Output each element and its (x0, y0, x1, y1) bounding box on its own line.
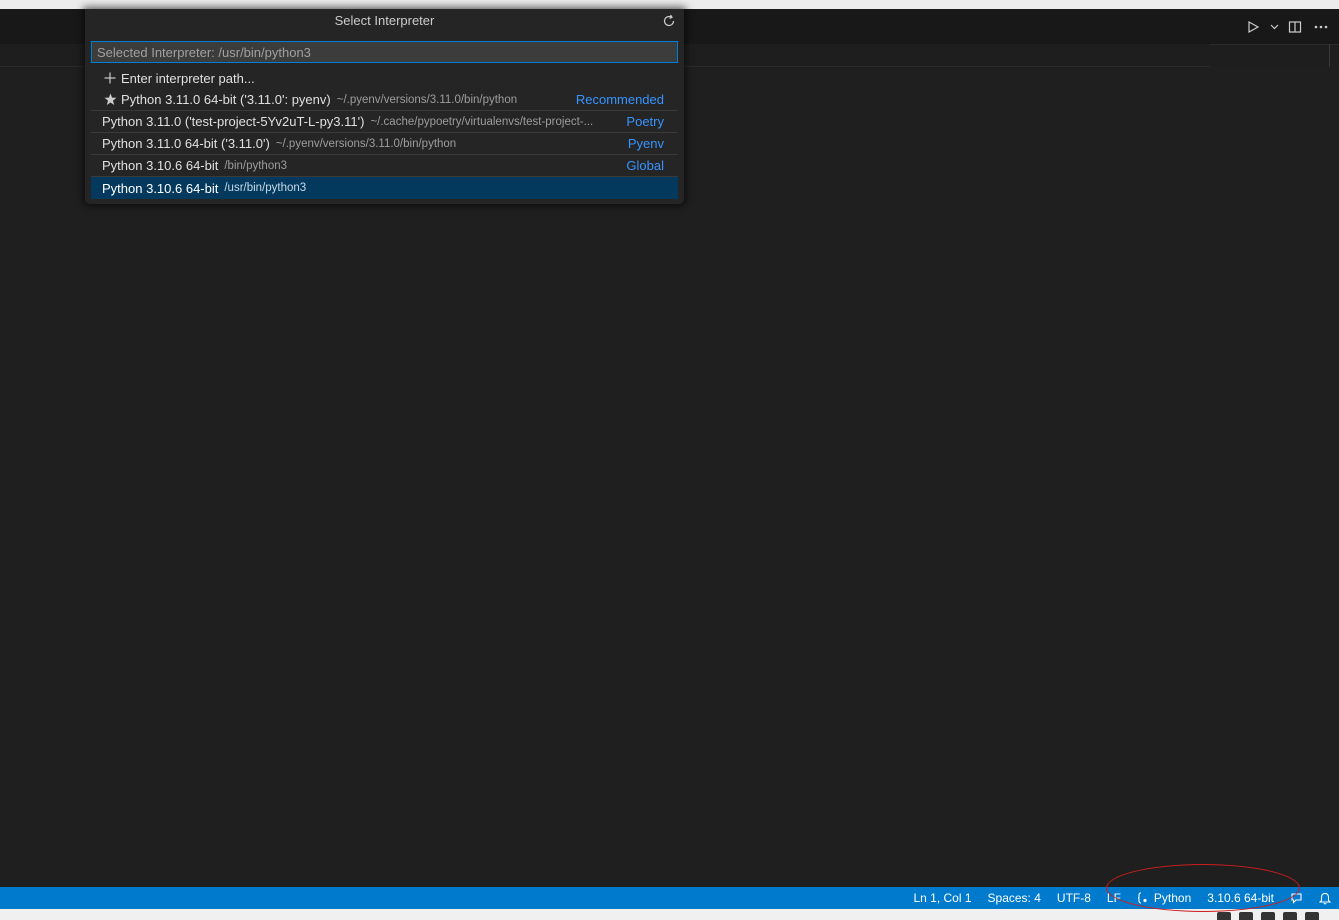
interpreter-tag: Recommended (575, 92, 664, 107)
refresh-button[interactable] (660, 12, 678, 30)
encoding[interactable]: UTF-8 (1049, 887, 1099, 909)
os-top-strip (0, 0, 1339, 9)
more-actions-button[interactable] (1311, 17, 1331, 37)
interpreter-item[interactable]: Python 3.10.6 64-bit /bin/python3 Global (91, 155, 678, 177)
interpreter-label: Python 3.11.0 64-bit ('3.11.0': pyenv) (121, 92, 331, 107)
split-editor-button[interactable] (1285, 17, 1305, 37)
interpreter-list: Enter interpreter path... Python 3.11.0 … (91, 67, 678, 199)
interpreter-path: /bin/python3 (224, 159, 288, 172)
end-of-line[interactable]: LF (1099, 887, 1129, 909)
interpreter-label: Python 3.10.6 64-bit (102, 180, 219, 196)
plus-icon (102, 72, 118, 84)
status-bar-right: Ln 1, Col 1 Spaces: 4 UTF-8 LF Python 3.… (905, 887, 1339, 909)
notifications-button[interactable] (1311, 887, 1339, 909)
interpreter-path: ~/.cache/pypoetry/virtualenvs/test-proje… (370, 115, 594, 128)
chevron-down-icon (1270, 24, 1278, 29)
editor-actions (1243, 9, 1331, 44)
split-editor-icon (1288, 20, 1302, 33)
interpreter-tag: Poetry (626, 114, 664, 129)
language-mode[interactable]: Python (1129, 887, 1199, 909)
interpreter-tag: Pyenv (627, 136, 664, 151)
interpreter-label: Python 3.10.6 64-bit (102, 158, 219, 173)
tray-icon[interactable] (1305, 912, 1319, 920)
enter-interpreter-path-label: Enter interpreter path... (121, 70, 255, 86)
os-taskbar (0, 909, 1339, 920)
run-button[interactable] (1243, 17, 1263, 37)
interpreter-search-input[interactable] (97, 44, 672, 60)
cursor-position[interactable]: Ln 1, Col 1 (905, 887, 979, 909)
select-interpreter-quick-pick: Select Interpreter Enter interpreter pat… (85, 9, 684, 204)
interpreter-item-selected[interactable]: Python 3.10.6 64-bit /usr/bin/python3 (91, 177, 678, 199)
interpreter-label: Python 3.11.0 64-bit ('3.11.0') (102, 136, 270, 151)
tray-icon[interactable] (1217, 912, 1231, 920)
ellipsis-icon (1314, 25, 1328, 28)
tray-icon[interactable] (1261, 912, 1275, 920)
interpreter-item[interactable]: Python 3.11.0 64-bit ('3.11.0') ~/.pyenv… (91, 133, 678, 155)
bell-icon (1319, 892, 1331, 904)
interpreter-path: /usr/bin/python3 (224, 182, 307, 194)
quick-pick-title-text: Select Interpreter (334, 13, 435, 28)
python-interpreter-status[interactable]: 3.10.6 64-bit (1199, 887, 1282, 909)
interpreter-label: Python 3.11.0 ('test-project-5Yv2uT-L-py… (102, 114, 365, 129)
interpreter-path: ~/.pyenv/versions/3.11.0/bin/python (275, 137, 457, 150)
system-tray (1217, 912, 1319, 920)
quick-pick-title: Select Interpreter (85, 9, 684, 33)
interpreter-search-field[interactable] (91, 41, 678, 63)
star-icon (102, 93, 118, 106)
interpreter-path: ~/.pyenv/versions/3.11.0/bin/python (336, 93, 518, 106)
indentation[interactable]: Spaces: 4 (980, 887, 1049, 909)
enter-interpreter-path-item[interactable]: Enter interpreter path... (91, 67, 678, 89)
feedback-button[interactable] (1282, 887, 1311, 909)
feedback-icon (1291, 892, 1302, 904)
interpreter-tag: Global (626, 158, 664, 173)
language-label: Python (1153, 891, 1192, 905)
interpreter-item[interactable]: Python 3.11.0 64-bit ('3.11.0': pyenv) ~… (91, 89, 678, 111)
tray-icon[interactable] (1283, 912, 1297, 920)
braces-icon (1137, 892, 1149, 904)
tray-icon[interactable] (1239, 912, 1253, 920)
status-bar: Ln 1, Col 1 Spaces: 4 UTF-8 LF Python 3.… (0, 887, 1339, 909)
interpreter-item[interactable]: Python 3.11.0 ('test-project-5Yv2uT-L-py… (91, 111, 678, 133)
play-icon (1248, 20, 1260, 33)
refresh-icon (663, 14, 675, 27)
run-dropdown-button[interactable] (1269, 17, 1279, 37)
